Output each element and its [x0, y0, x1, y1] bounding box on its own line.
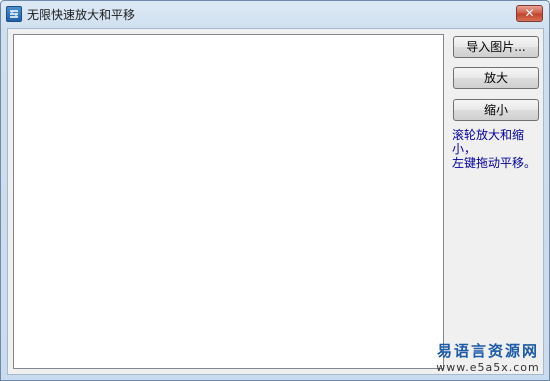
- site-watermark: 易语言资源网 www.e5a5x.com: [433, 340, 543, 374]
- hint-line-1: 滚轮放大和缩小，: [452, 128, 525, 156]
- import-image-button[interactable]: 导入图片...: [453, 36, 539, 58]
- zoom-in-button[interactable]: 放大: [453, 67, 539, 89]
- image-canvas[interactable]: [13, 34, 444, 369]
- close-button[interactable]: ✕: [516, 5, 543, 22]
- watermark-url: www.e5a5x.com: [436, 361, 540, 374]
- window-title: 无限快速放大和平移: [27, 8, 136, 22]
- hint-line-2: 左键拖动平移。: [452, 156, 537, 170]
- client-area: 导入图片... 放大 缩小 滚轮放大和缩小， 左键拖动平移。: [7, 28, 544, 375]
- zoom-out-button[interactable]: 缩小: [453, 99, 539, 121]
- title-bar[interactable]: 无限快速放大和平移 ✕: [1, 1, 549, 28]
- app-window: 无限快速放大和平移 ✕ 导入图片... 放大 缩小 滚轮放大和缩小， 左键拖动平…: [0, 0, 550, 381]
- watermark-site-name: 易语言资源网: [436, 342, 539, 360]
- usage-hint: 滚轮放大和缩小， 左键拖动平移。: [452, 128, 544, 170]
- app-logo-icon: [6, 6, 22, 22]
